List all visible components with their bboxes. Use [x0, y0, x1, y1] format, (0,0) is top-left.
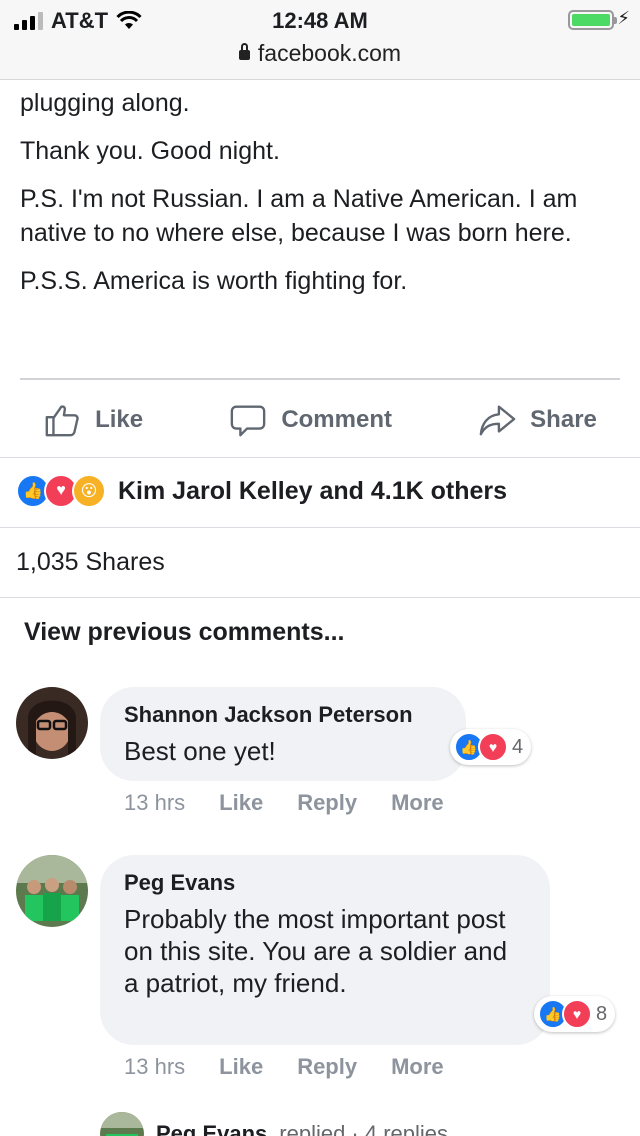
comment-more-link[interactable]: More [391, 790, 444, 816]
comment-item: Shannon Jackson Peterson Best one yet! 👍… [16, 687, 640, 827]
comment-reactions[interactable]: 👍 ♥ 4 [450, 729, 532, 765]
thumbs-up-icon [45, 405, 79, 437]
comment-text: Best one yet! [124, 736, 276, 766]
comment-like-link[interactable]: Like [219, 790, 263, 816]
comment-button[interactable]: Comment [229, 401, 392, 439]
charging-icon: ⚡ [617, 8, 630, 28]
like-label: Like [95, 406, 144, 433]
comment-bubble: Shannon Jackson Peterson Best one yet! [100, 687, 466, 781]
url-bar[interactable]: facebook.com [0, 40, 640, 67]
comment-reply-link[interactable]: Reply [297, 790, 357, 816]
divider [0, 597, 640, 598]
comment-timestamp: 13 hrs [124, 1054, 186, 1079]
like-button[interactable]: Like [43, 401, 143, 439]
reactions-text: Kim Jarol Kelley and 4.1K others [118, 476, 508, 505]
love-reaction-icon: ♥ [562, 999, 592, 1029]
view-replies-link[interactable]: Peg Evans replied · 4 replies [100, 1112, 448, 1136]
divider [0, 457, 640, 458]
share-arrow-icon [479, 405, 516, 436]
comment-bubble: Peg Evans Probably the most important po… [100, 855, 550, 1045]
reactions-summary[interactable]: 👍 ♥ 😮 Kim Jarol Kelley and 4.1K others [16, 474, 507, 508]
divider [20, 378, 620, 380]
comment-author[interactable]: Peg Evans [124, 869, 526, 897]
shares-count[interactable]: 1,035 Shares [16, 548, 165, 577]
comment-more-link[interactable]: More [391, 1054, 444, 1080]
status-bar: AT&T 12:48 AM facebook.com ⚡ [0, 0, 640, 80]
battery-icon [568, 10, 617, 30]
comment-icon [230, 405, 266, 437]
comment-text: Probably the most important post on this… [124, 904, 508, 998]
comment-like-link[interactable]: Like [219, 1054, 263, 1080]
post-paragraph: plugging along. [20, 89, 190, 117]
divider [0, 527, 640, 528]
reply-summary: replied · 4 replies [279, 1121, 449, 1136]
avatar[interactable] [16, 855, 88, 927]
post-paragraph: Thank you. Good night. [20, 137, 280, 165]
share-label: Share [530, 406, 597, 433]
comment-author[interactable]: Shannon Jackson Peterson [124, 701, 442, 729]
post-paragraph: P.S. I'm not Russian. I am a Native Amer… [20, 185, 578, 247]
avatar [100, 1112, 144, 1136]
post-paragraph: P.S.S. America is worth fighting for. [20, 267, 408, 295]
comment-label: Comment [281, 406, 392, 433]
reaction-count: 4 [512, 735, 524, 758]
comment-reactions[interactable]: 👍 ♥ 8 [534, 996, 616, 1032]
url-text: facebook.com [257, 40, 402, 66]
lock-icon [238, 43, 250, 60]
comment-meta: 13 hrs Like Reply More [124, 1054, 444, 1080]
post-action-bar: Like Comment Share [0, 384, 640, 456]
reaction-count: 8 [596, 1002, 608, 1025]
share-button[interactable]: Share [478, 401, 597, 439]
clock: 12:48 AM [272, 8, 368, 33]
avatar[interactable] [16, 687, 88, 759]
comment-item: Peg Evans Probably the most important po… [16, 855, 640, 1095]
comment-timestamp: 13 hrs [124, 790, 186, 815]
wow-reaction-icon: 😮 [72, 474, 106, 508]
comment-reply-link[interactable]: Reply [297, 1054, 357, 1080]
love-reaction-icon: ♥ [478, 732, 508, 762]
view-previous-comments-link[interactable]: View previous comments... [24, 618, 344, 647]
reply-author: Peg Evans [156, 1121, 268, 1136]
post-body: plugging along. Thank you. Good night. P… [20, 86, 620, 312]
comment-meta: 13 hrs Like Reply More [124, 790, 444, 816]
